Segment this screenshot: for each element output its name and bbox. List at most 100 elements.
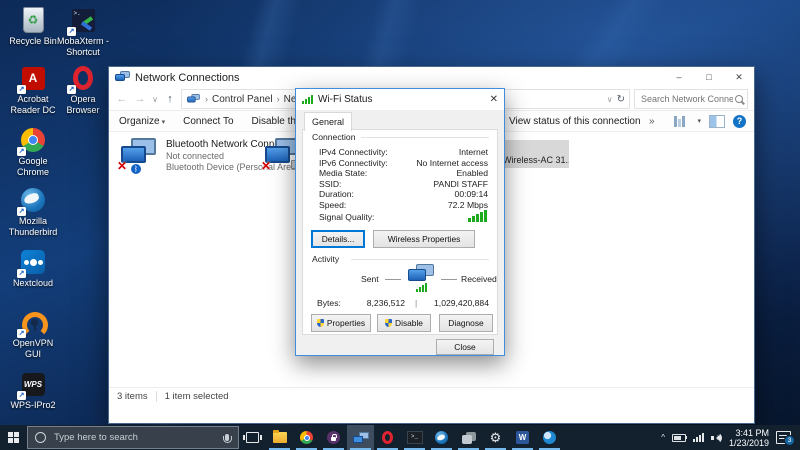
shortcut-arrow-icon: ↗ bbox=[17, 207, 26, 216]
microphone-icon[interactable] bbox=[225, 434, 229, 441]
dialog-close-button[interactable]: Close bbox=[436, 339, 494, 355]
terminal-glyph: >. bbox=[74, 10, 81, 17]
view-mode-caret-icon[interactable]: ▾ bbox=[697, 117, 701, 125]
signal-quality-bars-icon bbox=[468, 210, 487, 222]
action-center-icon[interactable]: 3 bbox=[776, 431, 791, 444]
desktop-icon-mobaxterm[interactable]: >.↗ MobaXterm - Shortcut bbox=[56, 6, 110, 57]
row-label: SSID: bbox=[319, 179, 341, 190]
network-connections-icon bbox=[353, 432, 368, 444]
recent-locations-dropdown[interactable]: ∨ bbox=[151, 95, 159, 104]
activity-signal-icon bbox=[416, 283, 427, 292]
taskbar-search-input[interactable] bbox=[52, 431, 219, 444]
wifi-connection-item-selected[interactable]: Wireless-AC 31... bbox=[501, 140, 569, 168]
explorer-search-box[interactable] bbox=[634, 89, 748, 109]
taskbar-search-box[interactable] bbox=[27, 426, 239, 449]
shortcut-arrow-icon: ↗ bbox=[67, 27, 76, 36]
taskbar-clock[interactable]: 3:41 PM 1/23/2019 bbox=[729, 428, 769, 448]
file-explorer-icon bbox=[273, 432, 287, 443]
window-titlebar[interactable]: Network Connections – □ ✕ bbox=[109, 67, 754, 88]
details-button[interactable]: Details... bbox=[311, 230, 365, 248]
taskbar-terminal[interactable]: >_ bbox=[401, 425, 428, 450]
speaker-icon[interactable] bbox=[711, 433, 722, 443]
remote-desktop-icon bbox=[462, 432, 476, 444]
maximize-button[interactable]: □ bbox=[694, 67, 724, 88]
forward-button[interactable]: → bbox=[133, 93, 147, 105]
sent-label: Sent bbox=[361, 274, 379, 284]
received-line bbox=[441, 279, 457, 280]
view-mode-icon[interactable] bbox=[674, 116, 687, 127]
start-button[interactable] bbox=[0, 425, 27, 450]
connect-to-button[interactable]: Connect To bbox=[183, 116, 233, 127]
taskbar-globe-app[interactable] bbox=[536, 425, 563, 450]
clock-date: 1/23/2019 bbox=[729, 438, 769, 448]
selected-count: 1 item selected bbox=[165, 391, 229, 402]
connection-row: Speed:72.2 Mbps bbox=[303, 200, 497, 211]
up-button[interactable]: ↑ bbox=[163, 93, 177, 105]
disable-button[interactable]: Disable bbox=[377, 314, 431, 332]
tray-chevron-icon[interactable]: ^ bbox=[661, 433, 665, 442]
properties-button[interactable]: Properties bbox=[311, 314, 371, 332]
breadcrumb-separator: › bbox=[277, 94, 280, 104]
view-status-button[interactable]: View status of this connection bbox=[509, 116, 641, 127]
desktop-icon-openvpn[interactable]: ↗ OpenVPN GUI bbox=[6, 308, 60, 359]
desktop-icon-recycle-bin[interactable]: ♻ Recycle Bin bbox=[6, 6, 60, 47]
dialog-titlebar[interactable]: Wi-Fi Status ✕ bbox=[296, 89, 504, 110]
wifi-tray-icon[interactable] bbox=[693, 433, 704, 442]
bytes-received-value: 1,029,420,884 bbox=[409, 298, 489, 308]
wifi-status-dialog: Wi-Fi Status ✕ General Connection IPv4 C… bbox=[295, 88, 505, 356]
thunderbird-icon bbox=[435, 431, 448, 444]
taskbar-remote-desktop[interactable] bbox=[455, 425, 482, 450]
group-divider bbox=[361, 137, 489, 138]
bluetooth-adapter-icon: ✕ ᛒ bbox=[119, 137, 159, 173]
taskbar-network-connections-active[interactable] bbox=[347, 425, 374, 450]
desktop-icon-label: OpenVPN GUI bbox=[6, 338, 60, 359]
desktop-icon-chrome[interactable]: ↗ Google Chrome bbox=[6, 126, 60, 177]
wifi-signal-icon bbox=[302, 95, 313, 104]
address-dropdown-icon[interactable]: ∨ bbox=[607, 95, 613, 104]
wireless-properties-button[interactable]: Wireless Properties bbox=[373, 230, 475, 248]
close-button[interactable]: ✕ bbox=[724, 67, 754, 88]
taskbar-opera[interactable] bbox=[374, 425, 401, 450]
toolbar-overflow-chevron[interactable]: » bbox=[649, 116, 655, 127]
connection-rows: IPv4 Connectivity:Internet IPv6 Connecti… bbox=[303, 147, 497, 210]
desktop-icon-acrobat[interactable]: A↗ Acrobat Reader DC bbox=[6, 64, 60, 115]
taskbar-chrome[interactable] bbox=[293, 425, 320, 450]
taskbar-settings[interactable]: ⚙ bbox=[482, 425, 509, 450]
task-view-button[interactable] bbox=[239, 425, 266, 450]
row-label: Speed: bbox=[319, 200, 346, 211]
wps-glyph: WPS bbox=[24, 380, 42, 389]
diagnose-button[interactable]: Diagnose bbox=[439, 314, 493, 332]
taskbar-word[interactable]: W bbox=[509, 425, 536, 450]
preview-pane-icon[interactable] bbox=[709, 115, 725, 128]
battery-icon[interactable] bbox=[672, 434, 686, 442]
dialog-close-icon[interactable]: ✕ bbox=[478, 94, 498, 105]
recycle-bin-icon: ♻ bbox=[23, 7, 44, 33]
general-tab-page: Connection IPv4 Connectivity:Internet IP… bbox=[302, 129, 498, 335]
explorer-search-input[interactable] bbox=[639, 93, 735, 105]
uac-shield-icon bbox=[385, 319, 392, 327]
taskbar-file-explorer[interactable] bbox=[266, 425, 293, 450]
connection-row: IPv6 Connectivity:No Internet access bbox=[303, 158, 497, 169]
received-label: Received bbox=[461, 274, 497, 284]
disconnected-x-icon: ✕ bbox=[117, 160, 127, 172]
minimize-button[interactable]: – bbox=[664, 67, 694, 88]
taskbar-thunderbird[interactable] bbox=[428, 425, 455, 450]
organize-menu[interactable]: Organize▾ bbox=[119, 116, 165, 127]
desktop-icon-label: Nextcloud bbox=[6, 278, 60, 289]
taskbar-tor-browser[interactable] bbox=[320, 425, 347, 450]
help-icon[interactable]: ? bbox=[733, 115, 746, 128]
taskbar: >_ ⚙ W ^ 3:41 PM 1/23/2019 3 bbox=[0, 425, 800, 450]
signal-quality-label: Signal Quality: bbox=[319, 212, 374, 222]
back-button[interactable]: ← bbox=[115, 93, 129, 105]
desktop-icon-opera[interactable]: ↗ Opera Browser bbox=[56, 64, 110, 115]
connection-row: SSID:PANDI STAFF bbox=[303, 179, 497, 190]
desktop-icon-nextcloud[interactable]: ↗ Nextcloud bbox=[6, 248, 60, 289]
tab-general[interactable]: General bbox=[304, 112, 352, 131]
desktop-icon-thunderbird[interactable]: ↗ Mozilla Thunderbird bbox=[6, 186, 60, 237]
clock-time: 3:41 PM bbox=[735, 428, 769, 438]
breadcrumb-control-panel[interactable]: Control Panel bbox=[212, 94, 273, 105]
refresh-icon[interactable]: ↻ bbox=[617, 94, 625, 105]
desktop-icon-wps[interactable]: WPS↗ WPS-IPro2 bbox=[6, 370, 60, 411]
row-value: 00:09:14 bbox=[455, 189, 488, 200]
status-bar: 3 items 1 item selected bbox=[109, 387, 754, 405]
